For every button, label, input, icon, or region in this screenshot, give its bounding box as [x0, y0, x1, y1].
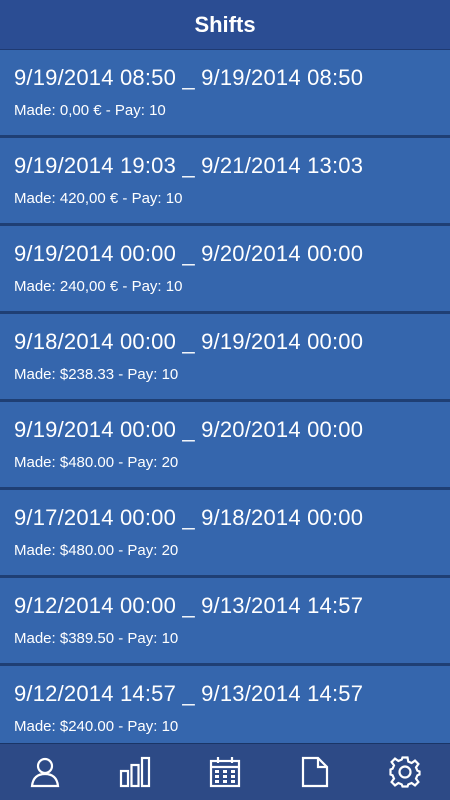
shift-list[interactable]: 9/19/2014 08:50 _ 9/19/2014 08:50 Made: …: [0, 50, 450, 744]
tab-profile[interactable]: [0, 744, 90, 800]
shift-row[interactable]: 9/19/2014 08:50 _ 9/19/2014 08:50 Made: …: [0, 50, 450, 138]
shift-summary: Made: 240,00 € - Pay: 10: [14, 278, 183, 295]
tab-reports[interactable]: [270, 744, 360, 800]
shift-range: 9/12/2014 00:00 _ 9/13/2014 14:57: [14, 593, 364, 618]
person-icon: [30, 757, 60, 788]
shift-range: 9/19/2014 08:50 _ 9/19/2014 08:50: [14, 65, 364, 90]
app-header: Shifts: [0, 0, 450, 50]
shift-range: 9/19/2014 00:00 _ 9/20/2014 00:00: [14, 241, 364, 266]
shift-summary: Made: $238.33 - Pay: 10: [14, 366, 179, 383]
shift-row[interactable]: 9/12/2014 00:00 _ 9/13/2014 14:57 Made: …: [0, 578, 450, 666]
shift-range: 9/19/2014 00:00 _ 9/20/2014 00:00: [14, 417, 364, 442]
calendar-icon: [209, 757, 241, 788]
shift-summary: Made: $480.00 - Pay: 20: [14, 454, 179, 471]
bar-chart-icon: [119, 756, 151, 788]
shift-row[interactable]: 9/18/2014 00:00 _ 9/19/2014 00:00 Made: …: [0, 314, 450, 402]
bottom-tab-bar: [0, 743, 450, 800]
shift-range: 9/18/2014 00:00 _ 9/19/2014 00:00: [14, 329, 364, 354]
gear-icon: [389, 756, 421, 788]
shift-summary: Made: 420,00 € - Pay: 10: [14, 190, 183, 207]
shift-row[interactable]: 9/19/2014 00:00 _ 9/20/2014 00:00 Made: …: [0, 226, 450, 314]
page-title: Shifts: [194, 11, 256, 37]
shift-row[interactable]: 9/17/2014 00:00 _ 9/18/2014 00:00 Made: …: [0, 490, 450, 578]
shift-summary: Made: $480.00 - Pay: 20: [14, 542, 179, 559]
shift-row[interactable]: 9/19/2014 19:03 _ 9/21/2014 13:03 Made: …: [0, 138, 450, 226]
shift-summary: Made: $240.00 - Pay: 10: [14, 718, 179, 735]
tab-settings[interactable]: [360, 744, 450, 800]
shift-range: 9/19/2014 19:03 _ 9/21/2014 13:03: [14, 153, 364, 178]
shift-summary: Made: 0,00 € - Pay: 10: [14, 102, 166, 119]
shift-summary: Made: $389.50 - Pay: 10: [14, 630, 179, 647]
shift-range: 9/17/2014 00:00 _ 9/18/2014 00:00: [14, 505, 364, 530]
tab-stats[interactable]: [90, 744, 180, 800]
shift-row[interactable]: 9/12/2014 14:57 _ 9/13/2014 14:57 Made: …: [0, 666, 450, 744]
shift-row[interactable]: 9/19/2014 00:00 _ 9/20/2014 00:00 Made: …: [0, 402, 450, 490]
tab-calendar[interactable]: [180, 744, 270, 800]
shift-range: 9/12/2014 14:57 _ 9/13/2014 14:57: [14, 681, 364, 706]
document-icon: [301, 756, 329, 788]
